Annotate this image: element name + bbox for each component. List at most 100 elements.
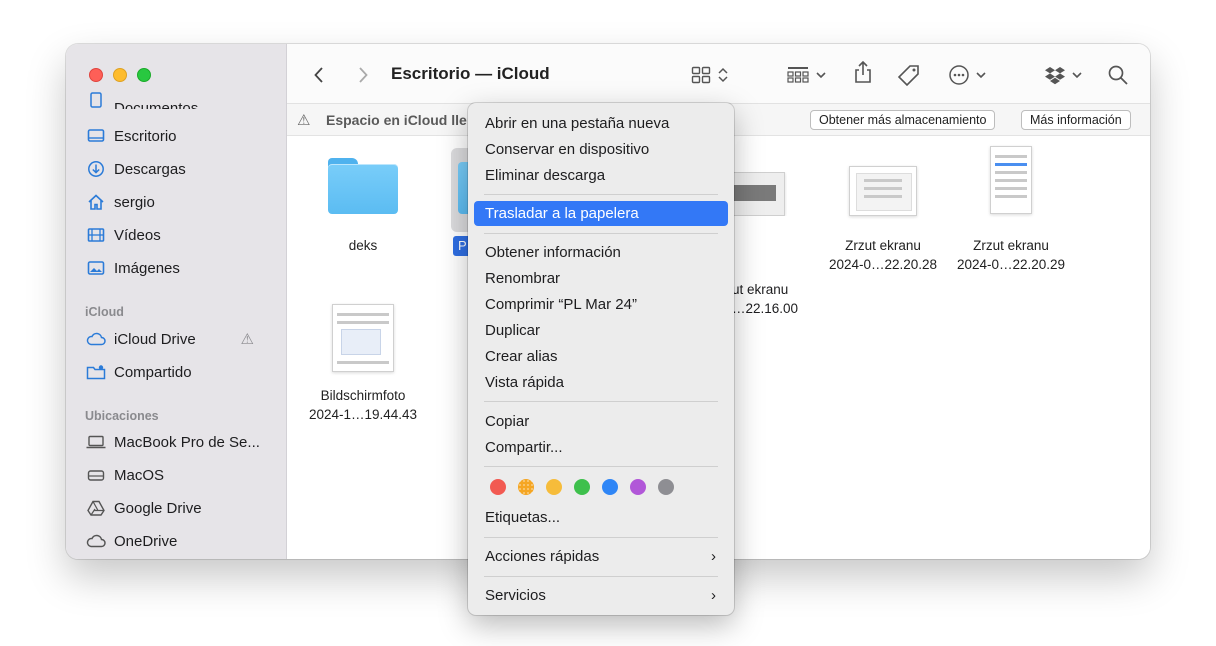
sidebar-item-label: OneDrive bbox=[114, 532, 178, 550]
banner-text: Espacio en iCloud lle bbox=[326, 112, 467, 128]
menu-separator bbox=[484, 233, 718, 234]
tag-blue-dot[interactable] bbox=[602, 479, 618, 495]
minimize-window-button[interactable] bbox=[113, 68, 127, 82]
sidebar-item-onedrive[interactable]: OneDrive bbox=[86, 529, 276, 553]
home-icon bbox=[86, 193, 106, 211]
tag-yellow-dot[interactable] bbox=[546, 479, 562, 495]
cloud-icon bbox=[86, 330, 106, 348]
file-name: …22.16.00 bbox=[732, 301, 799, 316]
more-actions-button[interactable] bbox=[948, 63, 987, 87]
menu-item-open-new-tab[interactable]: Abrir en una pestaña nueva bbox=[474, 111, 728, 136]
close-window-button[interactable] bbox=[89, 68, 103, 82]
zoom-window-button[interactable] bbox=[137, 68, 151, 82]
more-storage-button[interactable]: Obtener más almacenamiento bbox=[810, 110, 996, 130]
sidebar-item-compartido[interactable]: Compartido bbox=[86, 360, 276, 384]
sidebar-item-macos[interactable]: MacOS bbox=[86, 463, 276, 487]
grid-icon bbox=[691, 66, 711, 84]
menu-item-copy[interactable]: Copiar bbox=[474, 409, 728, 434]
tag-button[interactable] bbox=[897, 63, 921, 87]
chevron-down-icon bbox=[816, 72, 826, 79]
sidebar-item-label: Imágenes bbox=[114, 259, 180, 277]
laptop-icon bbox=[86, 433, 106, 451]
up-down-chevron-icon bbox=[718, 67, 728, 83]
screenshot-thumbnail bbox=[332, 304, 394, 372]
sidebar-item-google-drive[interactable]: Google Drive bbox=[86, 496, 276, 520]
tag-orange-dot[interactable] bbox=[518, 479, 534, 495]
tag-gray-dot[interactable] bbox=[658, 479, 674, 495]
share-icon bbox=[855, 60, 871, 83]
google-drive-icon bbox=[86, 499, 106, 517]
menu-item-share[interactable]: Compartir... bbox=[474, 435, 728, 460]
sidebar-item-imagenes[interactable]: Imágenes bbox=[86, 256, 276, 280]
sidebar-item-descargas[interactable]: Descargas bbox=[86, 157, 276, 181]
sidebar-item-icloud-drive[interactable]: iCloud Drive ⚠ bbox=[86, 327, 276, 351]
search-button[interactable] bbox=[1107, 63, 1129, 87]
chevron-right-icon bbox=[359, 67, 368, 83]
chevron-down-icon bbox=[976, 72, 986, 79]
menu-separator bbox=[484, 194, 718, 195]
sidebar: Documentos Escritorio Descargas sergio V… bbox=[66, 44, 287, 559]
folder-icon bbox=[328, 158, 398, 214]
cloud-icon bbox=[86, 532, 106, 550]
screenshot-thumbnail bbox=[849, 166, 917, 216]
sidebar-item-label: Google Drive bbox=[114, 499, 202, 517]
menu-item-remove-download[interactable]: Eliminar descarga bbox=[474, 163, 728, 188]
menu-item-rename[interactable]: Renombrar bbox=[474, 266, 728, 291]
menu-item-services[interactable]: Servicios › bbox=[474, 583, 728, 608]
menu-item-make-alias[interactable]: Crear alias bbox=[474, 344, 728, 369]
tag-color-row bbox=[490, 479, 680, 495]
file-item-deks[interactable]: deks bbox=[298, 158, 428, 255]
menu-item-duplicate[interactable]: Duplicar bbox=[474, 318, 728, 343]
tag-red-dot[interactable] bbox=[490, 479, 506, 495]
menu-separator bbox=[484, 401, 718, 402]
sidebar-item-videos[interactable]: Vídeos bbox=[86, 223, 276, 247]
group-button[interactable] bbox=[787, 63, 827, 87]
screenshot-thumbnail bbox=[733, 172, 787, 216]
tag-green-dot[interactable] bbox=[574, 479, 590, 495]
menu-item-tags[interactable]: Etiquetas... bbox=[474, 505, 728, 530]
context-menu: Abrir en una pestaña nueva Conservar en … bbox=[468, 103, 734, 615]
more-info-button[interactable]: Más información bbox=[1021, 110, 1131, 130]
menu-item-get-info[interactable]: Obtener información bbox=[474, 240, 728, 265]
menu-item-quick-look[interactable]: Vista rápida bbox=[474, 370, 728, 395]
menu-separator bbox=[484, 576, 718, 577]
back-button[interactable] bbox=[313, 63, 325, 87]
file-item-zrzut-28[interactable]: Zrzut ekranu 2024-0…22.20.28 bbox=[818, 166, 948, 274]
forward-button[interactable] bbox=[357, 63, 369, 87]
warning-icon: ⚠ bbox=[240, 331, 254, 348]
dropbox-button[interactable] bbox=[1044, 63, 1083, 87]
sidebar-item-label: Documentos bbox=[114, 100, 199, 109]
dropbox-icon bbox=[1045, 67, 1065, 85]
file-item-bildschirmfoto[interactable]: Bildschirmfoto 2024-1…19.44.43 bbox=[298, 304, 428, 424]
file-name: deks bbox=[348, 238, 378, 253]
tag-purple-dot[interactable] bbox=[630, 479, 646, 495]
menu-item-label: Servicios bbox=[485, 587, 546, 604]
share-button[interactable] bbox=[853, 60, 873, 84]
sidebar-item-label: Escritorio bbox=[114, 127, 177, 145]
sidebar-item-documentos[interactable]: Documentos bbox=[86, 91, 276, 109]
shared-folder-icon bbox=[86, 363, 106, 381]
sidebar-item-macbook[interactable]: MacBook Pro de Se... bbox=[86, 430, 276, 454]
sidebar-item-escritorio[interactable]: Escritorio bbox=[86, 124, 276, 148]
photo-icon bbox=[86, 259, 106, 277]
group-grid-icon bbox=[787, 67, 809, 83]
menu-item-keep-downloaded[interactable]: Conservar en dispositivo bbox=[474, 137, 728, 162]
film-icon bbox=[86, 226, 106, 244]
chevron-right-icon: › bbox=[711, 587, 716, 604]
file-item-zrzut-29[interactable]: Zrzut ekranu 2024-0…22.20.29 bbox=[946, 146, 1076, 274]
file-name: 2024-0…22.20.28 bbox=[828, 257, 938, 272]
view-mode-button[interactable] bbox=[691, 63, 729, 87]
sidebar-item-label: Compartido bbox=[114, 363, 192, 381]
file-name: 2024-0…22.20.29 bbox=[956, 257, 1066, 272]
window-title: Escritorio — iCloud bbox=[391, 64, 550, 83]
disk-icon bbox=[86, 466, 106, 484]
sidebar-heading-icloud: iCloud bbox=[85, 305, 124, 319]
menu-separator bbox=[484, 537, 718, 538]
menu-item-compress[interactable]: Comprimir “PL Mar 24” bbox=[474, 292, 728, 317]
sidebar-item-sergio[interactable]: sergio bbox=[86, 190, 276, 214]
sidebar-item-label: MacBook Pro de Se... bbox=[114, 433, 260, 451]
file-name: 2024-1…19.44.43 bbox=[308, 407, 418, 422]
sidebar-heading-ubicaciones: Ubicaciones bbox=[85, 409, 159, 423]
menu-item-move-to-trash[interactable]: Trasladar a la papelera bbox=[474, 201, 728, 226]
menu-item-quick-actions[interactable]: Acciones rápidas › bbox=[474, 544, 728, 569]
